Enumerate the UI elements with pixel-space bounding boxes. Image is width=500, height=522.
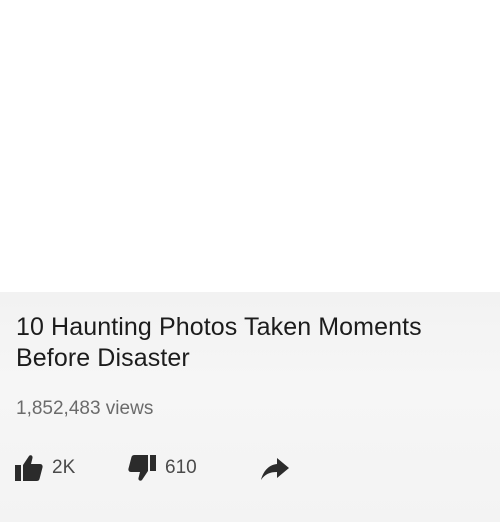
video-info-screen: 10 Haunting Photos Taken Moments Before … (0, 0, 500, 522)
like-button[interactable]: 2K (14, 452, 75, 484)
thumbs-up-icon (15, 455, 43, 481)
thumbs-down-icon (128, 455, 156, 481)
dislike-count: 610 (165, 457, 197, 478)
share-arrow-icon (261, 458, 289, 480)
share-button[interactable] (260, 452, 290, 484)
blank-thumbnail-area (0, 0, 500, 292)
action-bar: 2K 610 (12, 452, 312, 484)
like-count: 2K (52, 457, 76, 478)
view-count: 1,852,483 views (16, 398, 154, 419)
video-title: 10 Haunting Photos Taken Moments Before … (16, 313, 422, 372)
dislike-button[interactable]: 610 (127, 452, 197, 484)
